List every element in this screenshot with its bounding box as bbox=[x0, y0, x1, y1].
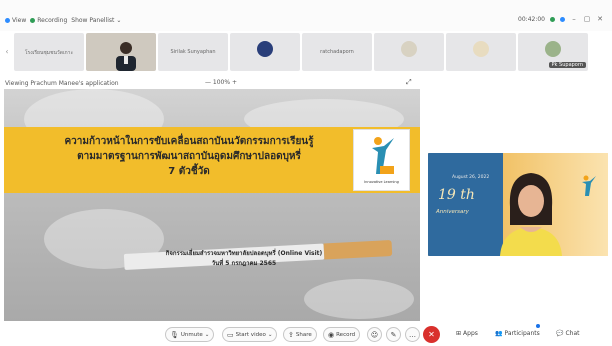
viewing-label[interactable]: Viewing Prachum Manee's application bbox=[5, 80, 119, 87]
participants-button[interactable]: 👥 Participants bbox=[495, 330, 540, 337]
view-label: View bbox=[12, 17, 27, 24]
slide-title-line: ตามมาตรฐานการพัฒนาสถาบันอุดมศึกษาปลอดบุห… bbox=[77, 151, 301, 162]
speaker-person bbox=[500, 173, 562, 256]
mute-label: Unmute bbox=[180, 331, 203, 338]
participant-tile-video[interactable] bbox=[86, 33, 156, 71]
recording-icon bbox=[30, 18, 36, 23]
chat-icon: 💬 bbox=[556, 330, 564, 337]
participant-video-person bbox=[116, 42, 136, 71]
security-icon[interactable] bbox=[560, 16, 565, 22]
share-screen-icon: ⇪ bbox=[288, 330, 294, 339]
whiteboard-button[interactable]: ✎ bbox=[386, 327, 401, 342]
record-label: Record bbox=[336, 331, 356, 338]
record-button[interactable]: ◉ Record bbox=[323, 327, 361, 342]
anniversary-panel bbox=[428, 153, 503, 256]
avatar bbox=[545, 41, 561, 57]
topbar-left: View Recording Show Panellist ⌄ bbox=[5, 17, 121, 24]
notification-badge bbox=[536, 324, 540, 328]
shared-slide: ความก้าวหน้าในการขับเคลื่อนสถาบันนวัตกรร… bbox=[4, 89, 420, 321]
apps-label: Apps bbox=[463, 330, 478, 337]
video-off-icon: ▭ bbox=[227, 330, 234, 339]
close-icon[interactable]: ✕ bbox=[596, 15, 604, 23]
anniversary-number: 19 th bbox=[438, 187, 475, 203]
slide-subtitle-line: วันที่ 5 กรกฎาคม 2565 bbox=[211, 260, 277, 267]
minimize-icon[interactable]: – bbox=[570, 15, 578, 23]
topbar-right: 00:42:00 – ▢ ✕ bbox=[518, 15, 604, 23]
chat-label: Chat bbox=[565, 330, 580, 337]
recording-indicator[interactable]: Recording bbox=[30, 17, 67, 24]
start-video-button[interactable]: ▭ Start video ⌄ bbox=[222, 327, 278, 342]
slide-title: ความก้าวหน้าในการขับเคลื่อนสถาบันนวัตกรร… bbox=[24, 134, 354, 179]
participant-tile[interactable]: ratchadaporn bbox=[302, 33, 372, 71]
participant-name: ratchadaporn bbox=[320, 49, 354, 55]
microphone-off-icon: 🎙 bbox=[170, 330, 179, 339]
emoji-icon: ☺ bbox=[370, 330, 379, 339]
participant-name: Sirilak Sunyaphan bbox=[170, 49, 216, 55]
apps-button[interactable]: ⊞ Apps bbox=[456, 330, 478, 337]
meeting-timer: 00:42:00 bbox=[518, 15, 545, 23]
smoke-decoration bbox=[304, 279, 414, 319]
connection-icon bbox=[550, 16, 555, 22]
avatar bbox=[257, 41, 273, 57]
logo-caption: Innovative Learning bbox=[364, 180, 399, 184]
anniversary-date: August 26, 2022 bbox=[452, 175, 490, 180]
slide-title-line: 7 ตัวชี้วัด bbox=[168, 166, 210, 177]
gallery-prev-icon[interactable]: ‹ bbox=[2, 47, 12, 59]
zoom-control[interactable]: — 100% + bbox=[205, 79, 237, 86]
slide-title-line: ความก้าวหน้าในการขับเคลื่อนสถาบันนวัตกรร… bbox=[64, 136, 314, 147]
meeting-topbar: View Recording Show Panellist ⌄ 00:42:00… bbox=[0, 0, 612, 31]
hangup-icon: ✕ bbox=[428, 330, 435, 339]
share-button[interactable]: ⇪ Share bbox=[283, 327, 317, 342]
share-viewbar: Viewing Prachum Manee's application — 10… bbox=[0, 77, 612, 89]
share-label: Share bbox=[295, 331, 312, 338]
participants-icon: 👥 bbox=[495, 330, 503, 337]
chevron-down-icon: ⌄ bbox=[204, 331, 210, 338]
view-menu[interactable]: View bbox=[5, 17, 26, 24]
speaker-logo-icon bbox=[582, 175, 596, 196]
participant-name: โรงเรียนชุมชนวัดเกาะ bbox=[24, 50, 74, 56]
maximize-icon[interactable]: ▢ bbox=[583, 15, 591, 23]
participant-tile[interactable]: โรงเรียนชุมชนวัดเกาะ bbox=[14, 33, 84, 71]
chevron-down-icon: ⌄ bbox=[116, 17, 122, 24]
participants-label: Participants bbox=[504, 330, 540, 337]
recording-label: Recording bbox=[37, 17, 68, 24]
participant-tile[interactable]: Pk Supaporn bbox=[518, 33, 588, 71]
avatar bbox=[401, 41, 417, 57]
slide-subtitle-line: กิจกรรมเยี่ยมสำรวจมหาวิทยาลัยปลอดบุหรี่ … bbox=[165, 250, 323, 257]
speaker-video[interactable]: August 26, 2022 19 th Anniversary bbox=[428, 153, 608, 256]
view-icon bbox=[5, 18, 10, 23]
logo-figure-icon bbox=[372, 137, 394, 174]
chat-button[interactable]: 💬 Chat bbox=[556, 330, 580, 337]
reactions-button[interactable]: ☺ bbox=[367, 327, 382, 342]
participant-gallery: ‹ โรงเรียนชุมชนวัดเกาะ Sirilak Sunyaphan… bbox=[0, 31, 612, 75]
anniversary-word: Anniversary bbox=[436, 209, 469, 215]
chevron-down-icon: ⌄ bbox=[267, 331, 273, 338]
participant-tile[interactable] bbox=[374, 33, 444, 71]
whiteboard-icon: ✎ bbox=[390, 330, 397, 339]
participant-tile[interactable] bbox=[230, 33, 300, 71]
host-menu[interactable]: Show Panellist ⌄ bbox=[71, 17, 121, 24]
leave-button[interactable]: ✕ bbox=[423, 326, 440, 343]
participant-tile[interactable] bbox=[446, 33, 516, 71]
host-label: Show Panellist bbox=[71, 17, 115, 24]
institute-logo: Innovative Learning bbox=[353, 129, 410, 191]
apps-icon: ⊞ bbox=[456, 330, 462, 337]
record-icon: ◉ bbox=[328, 330, 335, 339]
participant-tile[interactable]: Sirilak Sunyaphan bbox=[158, 33, 228, 71]
mute-button[interactable]: 🎙 Unmute ⌄ bbox=[165, 327, 215, 342]
slide-subtitle: กิจกรรมเยี่ยมสำรวจมหาวิทยาลัยปลอดบุหรี่ … bbox=[94, 249, 394, 269]
participant-name-tag: Pk Supaporn bbox=[548, 62, 586, 68]
more-icon: … bbox=[409, 330, 416, 339]
more-button[interactable]: … bbox=[405, 327, 420, 342]
avatar bbox=[473, 41, 489, 57]
fullscreen-icon[interactable]: ⤢ bbox=[406, 78, 412, 87]
start-video-label: Start video bbox=[235, 331, 266, 338]
meeting-toolbar: 🎙 Unmute ⌄ ▭ Start video ⌄ ⇪ Share ◉ Rec… bbox=[0, 323, 612, 346]
